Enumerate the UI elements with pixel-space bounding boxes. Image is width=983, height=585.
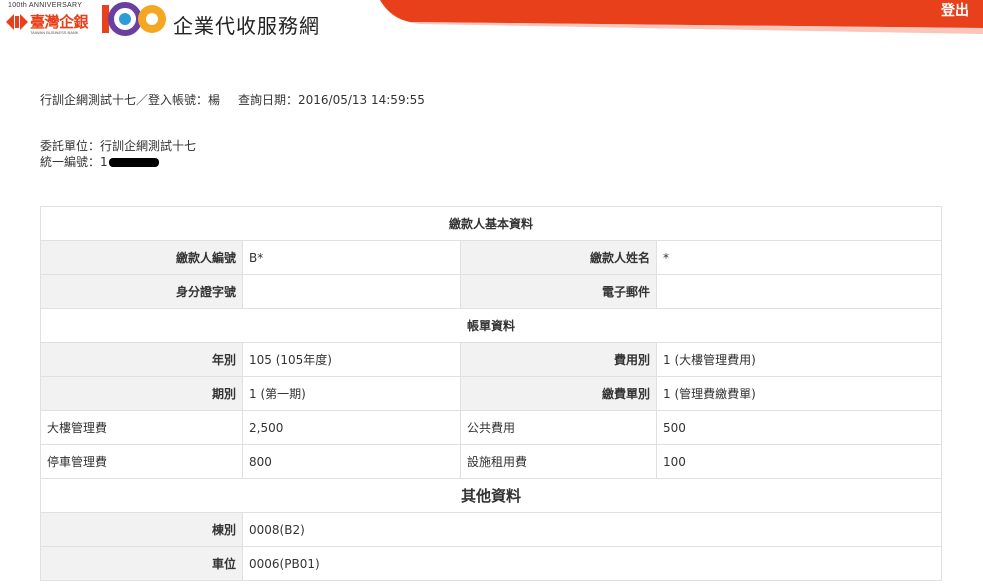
- email-label: 電子郵件: [460, 274, 657, 309]
- payer-name-label: 繳款人姓名: [460, 240, 657, 275]
- fee-item-amount: 800: [242, 444, 461, 479]
- table-row: 車位 0006(PB01): [40, 546, 943, 581]
- table-row: 年別 105 (105年度) 費用別 1 (大樓管理費用): [40, 342, 943, 377]
- period-value: 1 (第一期): [242, 376, 461, 411]
- email-value: [655, 274, 943, 309]
- logo-anniversary-text: 100th ANNIVERSARY: [8, 2, 83, 9]
- tax-id-line: 統一編號：1: [40, 153, 177, 170]
- bill-section-header: 帳單資料: [39, 308, 943, 343]
- year-label: 年別: [40, 342, 243, 377]
- national-id-value: [242, 274, 461, 309]
- site-title: 企業代收服務網: [173, 14, 320, 38]
- table-row: 棟別 0008(B2): [40, 512, 943, 547]
- bill-type-value: 1 (管理費繳費單): [655, 376, 943, 411]
- table-row: 停車管理費 800 設施租用費 100: [40, 444, 943, 479]
- building-value: 0008(B2): [241, 512, 943, 547]
- table-row: 繳款人編號 B* 繳款人姓名 *: [40, 240, 943, 275]
- bank-logo[interactable]: 100th ANNIVERSARY 臺灣企銀 TAIWAN BUSINESS B…: [4, 2, 169, 38]
- parking-value: 0006(PB01): [241, 546, 943, 581]
- payer-name-value: *: [655, 240, 943, 275]
- other-section-header: 其他資料: [39, 478, 943, 513]
- logo-bank-name: 臺灣企銀: [30, 13, 89, 31]
- fee-type-label: 費用別: [460, 342, 657, 377]
- period-label: 期別: [40, 376, 243, 411]
- fee-item-name: 停車管理費: [40, 444, 243, 479]
- parking-label: 車位: [40, 546, 243, 581]
- logo-bank-english: TAIWAN BUSINESS BANK: [30, 30, 79, 35]
- account-info-line: 行訓企網測試十七／登入帳號：楊 查詢日期：2016/05/13 14:59:55: [40, 91, 443, 108]
- payer-section-header: 繳款人基本資料: [39, 206, 943, 241]
- payer-id-value: B*: [242, 240, 461, 275]
- bill-section-title: 帳單資料: [39, 308, 943, 343]
- payer-id-label: 繳款人編號: [40, 240, 243, 275]
- query-date: 查詢日期：2016/05/13 14:59:55: [238, 93, 425, 107]
- header: 100th ANNIVERSARY 臺灣企銀 TAIWAN BUSINESS B…: [0, 0, 983, 46]
- header-banner: [380, 0, 983, 34]
- table-row: 身分證字號 電子郵件: [40, 274, 943, 309]
- fee-type-value: 1 (大樓管理費用): [655, 342, 943, 377]
- tax-id-label: 統一編號：1: [40, 155, 108, 169]
- entrusting-unit: 委託單位：行訓企網測試十七: [40, 139, 197, 153]
- other-section-title: 其他資料: [39, 478, 943, 513]
- account-line: 行訓企網測試十七／登入帳號：楊: [40, 93, 221, 107]
- logout-button[interactable]: 登出: [941, 0, 969, 20]
- redacted-tax-id: [108, 158, 159, 167]
- fee-item-name: 設施租用費: [460, 444, 657, 479]
- fee-item-name: 公共費用: [460, 410, 657, 445]
- tbb-mark-icon: [6, 14, 28, 30]
- fee-item-amount: 100: [655, 444, 943, 479]
- bill-type-label: 繳費單別: [460, 376, 657, 411]
- year-value: 105 (105年度): [242, 342, 461, 377]
- national-id-label: 身分證字號: [40, 274, 243, 309]
- payer-section-title: 繳款人基本資料: [39, 206, 943, 241]
- table-row: 期別 1 (第一期) 繳費單別 1 (管理費繳費單): [40, 376, 943, 411]
- table-row: 大樓管理費 2,500 公共費用 500: [40, 410, 943, 445]
- anniversary-100-icon: [102, 2, 166, 36]
- fee-item-amount: 2,500: [242, 410, 461, 445]
- fee-item-name: 大樓管理費: [40, 410, 243, 445]
- building-label: 棟別: [40, 512, 243, 547]
- payment-detail-table: 繳款人基本資料 繳款人編號 B* 繳款人姓名 * 身分證字號 電子郵件 帳單資料…: [39, 206, 943, 581]
- fee-item-amount: 500: [655, 410, 943, 445]
